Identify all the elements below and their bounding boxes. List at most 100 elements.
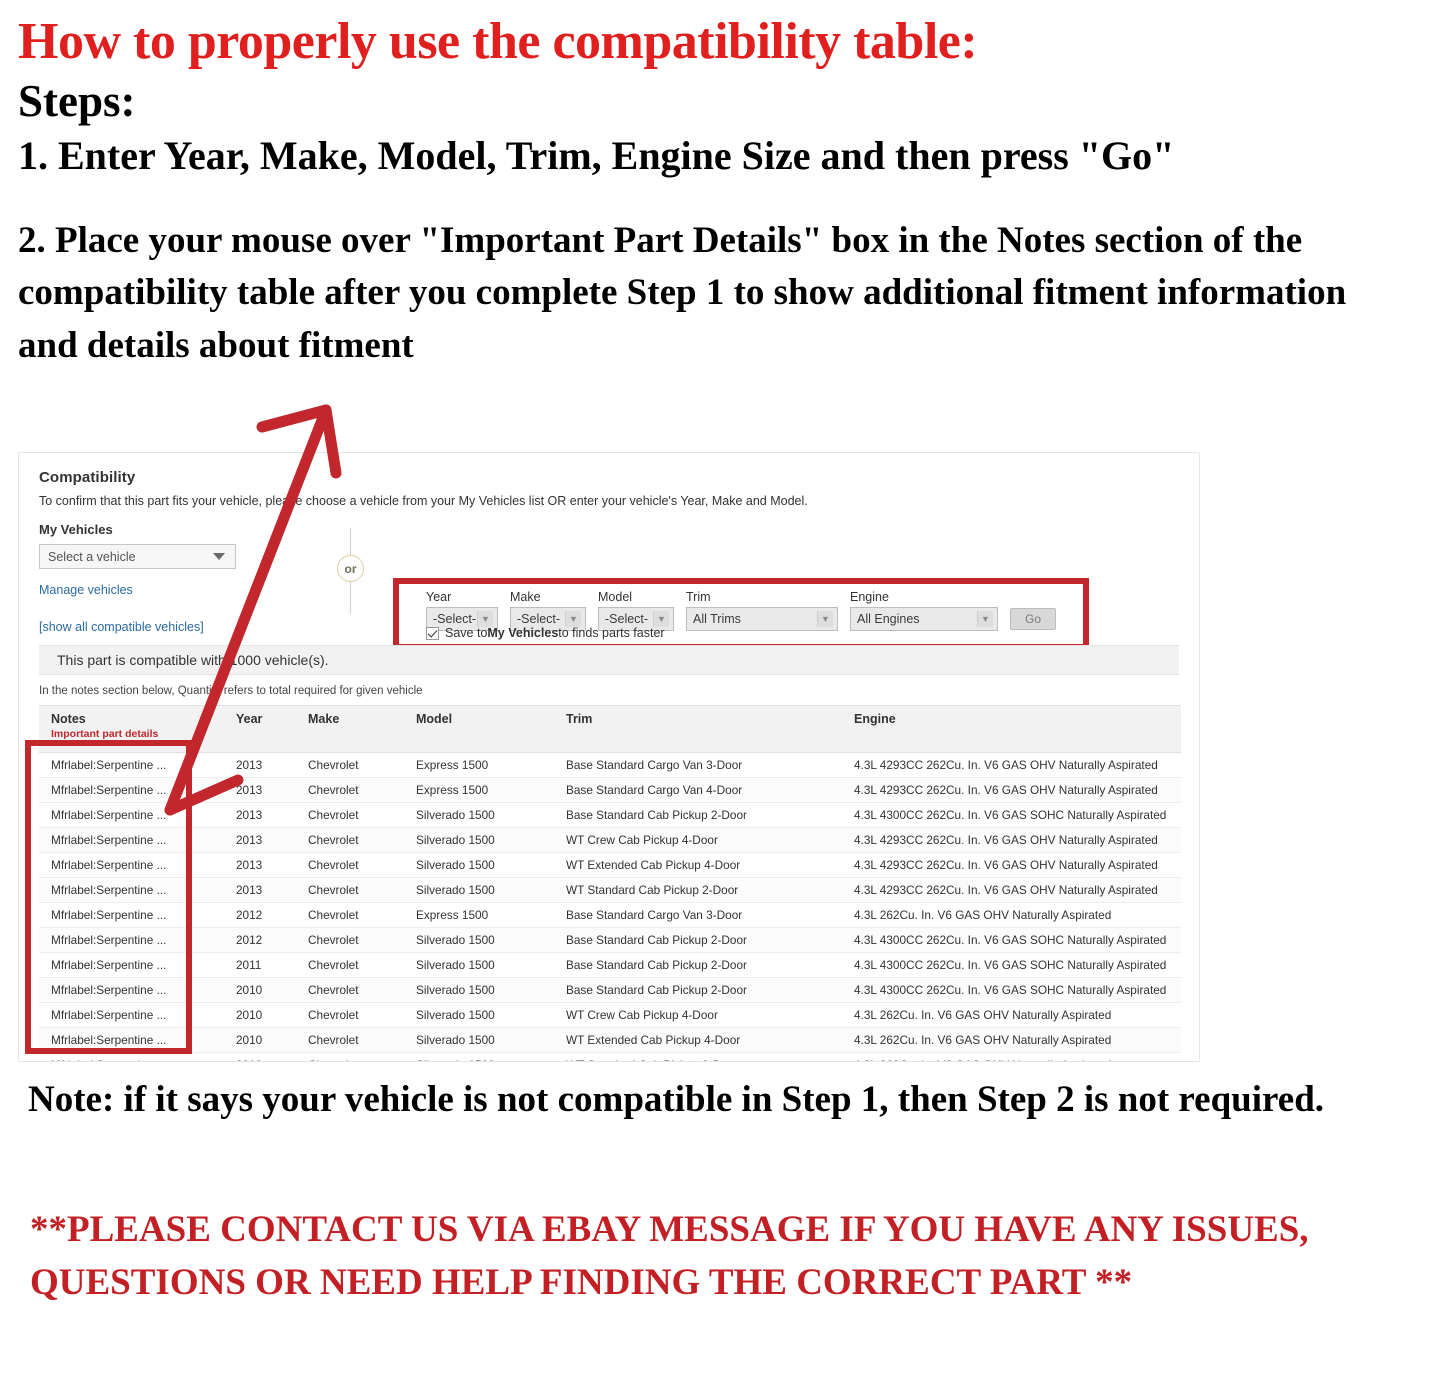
vehicle-select-dropdown[interactable]: Select a vehicle bbox=[39, 544, 236, 569]
cell-notes[interactable]: Mfrlabel:Serpentine ... bbox=[39, 852, 224, 878]
field-engine-label: Engine bbox=[850, 590, 889, 604]
cell-make: Chevrolet bbox=[296, 777, 404, 803]
vehicle-select-value: Select a vehicle bbox=[48, 549, 136, 564]
important-part-details-label[interactable]: Important part details bbox=[51, 728, 216, 740]
fitment-table-body: Mfrlabel:Serpentine ... 2013 Chevrolet Expr… bbox=[39, 752, 1181, 1061]
table-row: Mfrlabel:Serpentine ... 2013 Chevrolet Silv… bbox=[39, 877, 1181, 903]
cell-trim: WT Standard Cab Pickup 2-Door bbox=[554, 877, 842, 903]
cell-engine: 4.3L 4300CC 262Cu. In. V6 GAS SOHC Natur… bbox=[842, 927, 1181, 953]
header-engine[interactable]: Engine bbox=[842, 705, 1181, 753]
cell-engine: 4.3L 4293CC 262Cu. In. V6 GAS OHV Natura… bbox=[842, 752, 1181, 778]
manage-vehicles-link[interactable]: Manage vehicles bbox=[39, 583, 279, 597]
cell-model: Silverado 1500 bbox=[404, 952, 554, 978]
cell-model: Silverado 1500 bbox=[404, 877, 554, 903]
engine-select[interactable]: All Engines ▼ bbox=[850, 607, 998, 631]
notes-quantity-hint: In the notes section below, Quantity ref… bbox=[39, 685, 423, 697]
cell-engine: 4.3L 4293CC 262Cu. In. V6 GAS OHV Natura… bbox=[842, 777, 1181, 803]
header-make[interactable]: Make bbox=[296, 705, 404, 753]
chevron-down-icon: ▼ bbox=[477, 611, 493, 627]
chevron-down-icon: ▼ bbox=[977, 611, 993, 627]
table-row: Mfrlabel:Serpentine ... 2013 Chevrolet Expr… bbox=[39, 777, 1181, 803]
step-1-text: 1. Enter Year, Make, Model, Trim, Engine… bbox=[18, 132, 1175, 178]
ymm-form-fields: Year -Select- ▼ Make -Select- ▼ Model -S… bbox=[426, 590, 1056, 631]
cell-engine: 4.3L 4300CC 262Cu. In. V6 GAS SOHC Natur… bbox=[842, 952, 1181, 978]
save-text-my-vehicles: My Vehicles bbox=[487, 626, 559, 640]
cell-year: 2010 bbox=[224, 1027, 296, 1053]
save-text-after: to finds parts faster bbox=[558, 626, 665, 640]
field-engine: Engine All Engines ▼ bbox=[850, 590, 998, 631]
cell-engine: 4.3L 262Cu. In. V6 GAS OHV Naturally Asp… bbox=[842, 1052, 1181, 1061]
field-year: Year -Select- ▼ bbox=[426, 590, 498, 631]
cell-year: 2012 bbox=[224, 927, 296, 953]
go-button[interactable]: Go bbox=[1010, 608, 1056, 630]
cell-year: 2010 bbox=[224, 1002, 296, 1028]
cell-make: Chevrolet bbox=[296, 927, 404, 953]
cell-year: 2012 bbox=[224, 902, 296, 928]
or-divider: or bbox=[334, 528, 368, 614]
cell-make: Chevrolet bbox=[296, 802, 404, 828]
or-label: or bbox=[337, 555, 364, 582]
table-row: Mfrlabel:Serpentine ... 2011 Chevrolet Silv… bbox=[39, 952, 1181, 978]
cell-notes[interactable]: Mfrlabel:Serpentine ... bbox=[39, 877, 224, 903]
trim-select[interactable]: All Trims ▼ bbox=[686, 607, 838, 631]
cell-make: Chevrolet bbox=[296, 902, 404, 928]
cell-engine: 4.3L 4300CC 262Cu. In. V6 GAS SOHC Natur… bbox=[842, 977, 1181, 1003]
field-model-label: Model bbox=[598, 590, 633, 604]
compatibility-heading: Compatibility bbox=[39, 469, 136, 486]
cell-model: Express 1500 bbox=[404, 752, 554, 778]
header-year[interactable]: Year bbox=[224, 705, 296, 753]
table-row: Mfrlabel:Serpentine ...2010ChevroletSilv… bbox=[39, 1002, 1181, 1028]
cell-model: Silverado 1500 bbox=[404, 802, 554, 828]
cell-notes[interactable]: Mfrlabel:Serpentine ... bbox=[39, 927, 224, 953]
instructions-block: How to properly use the compatibility ta… bbox=[18, 13, 1418, 372]
cell-notes[interactable]: Mfrlabel:Serpentine ... bbox=[39, 977, 224, 1003]
my-vehicles-column: My Vehicles Select a vehicle Manage vehi… bbox=[39, 522, 279, 597]
cell-make: Chevrolet bbox=[296, 877, 404, 903]
table-row: Mfrlabel:Serpentine ...2010ChevroletSilv… bbox=[39, 977, 1181, 1003]
cell-year: 2010 bbox=[224, 977, 296, 1003]
cell-make: Chevrolet bbox=[296, 852, 404, 878]
field-year-label: Year bbox=[426, 590, 452, 604]
cell-make: Chevrolet bbox=[296, 1027, 404, 1053]
table-row: Mfrlabel:Serpentine ... 2012 Chevrolet Expr… bbox=[39, 902, 1181, 928]
cell-trim: Base Standard Cab Pickup 2-Door bbox=[554, 802, 842, 828]
engine-select-value: All Engines bbox=[857, 612, 920, 626]
my-vehicles-label: My Vehicles bbox=[39, 522, 113, 537]
table-row: Mfrlabel:Serpentine ...2010ChevroletSilv… bbox=[39, 1027, 1181, 1053]
chevron-down-icon: ▼ bbox=[565, 611, 581, 627]
field-model: Model -Select- ▼ bbox=[598, 590, 674, 631]
table-row: Mfrlabel:Serpentine ...2010ChevroletSilv… bbox=[39, 1052, 1181, 1061]
year-select-value: -Select- bbox=[433, 612, 477, 626]
cell-model: Silverado 1500 bbox=[404, 827, 554, 853]
steps-label: Steps: bbox=[18, 76, 136, 127]
cell-year: 2013 bbox=[224, 827, 296, 853]
page-title: How to properly use the compatibility ta… bbox=[18, 13, 978, 70]
step-2-text: 2. Place your mouse over "Important Part… bbox=[18, 219, 1347, 366]
compatibility-subtitle: To confirm that this part fits your vehi… bbox=[39, 494, 808, 508]
cell-notes[interactable]: Mfrlabel:Serpentine ... bbox=[39, 752, 224, 778]
cell-trim: WT Standard Cab Pickup 2-Door bbox=[554, 1052, 842, 1061]
cell-notes[interactable]: Mfrlabel:Serpentine ... bbox=[39, 1002, 224, 1028]
cell-notes[interactable]: Mfrlabel:Serpentine ... bbox=[39, 1052, 224, 1061]
cell-notes[interactable]: Mfrlabel:Serpentine ... bbox=[39, 1027, 224, 1053]
footer-note: Note: if it says your vehicle is not com… bbox=[28, 1079, 1325, 1120]
cell-make: Chevrolet bbox=[296, 952, 404, 978]
cell-notes[interactable]: Mfrlabel:Serpentine ... bbox=[39, 827, 224, 853]
header-trim[interactable]: Trim bbox=[554, 705, 842, 753]
cell-notes[interactable]: Mfrlabel:Serpentine ... bbox=[39, 952, 224, 978]
show-all-compatible-vehicles-link[interactable]: [show all compatible vehicles] bbox=[39, 620, 204, 634]
header-notes-label: Notes bbox=[51, 712, 86, 726]
cell-year: 2013 bbox=[224, 877, 296, 903]
header-notes[interactable]: Notes Important part details bbox=[39, 705, 224, 753]
table-row: Mfrlabel:Serpentine ... 2013 Chevrolet Expr… bbox=[39, 752, 1181, 778]
field-make: Make -Select- ▼ bbox=[510, 590, 586, 631]
table-row: Mfrlabel:Serpentine ... 2012 Chevrolet Silv… bbox=[39, 927, 1181, 953]
cell-notes[interactable]: Mfrlabel:Serpentine ... bbox=[39, 902, 224, 928]
save-checkbox[interactable] bbox=[426, 626, 439, 640]
cell-notes[interactable]: Mfrlabel:Serpentine ... bbox=[39, 802, 224, 828]
header-model[interactable]: Model bbox=[404, 705, 554, 753]
cell-model: Silverado 1500 bbox=[404, 852, 554, 878]
cell-notes[interactable]: Mfrlabel:Serpentine ... bbox=[39, 777, 224, 803]
save-to-my-vehicles-row[interactable]: Save to My Vehicles to finds parts faste… bbox=[426, 626, 665, 640]
chevron-down-icon: ▼ bbox=[653, 611, 669, 627]
